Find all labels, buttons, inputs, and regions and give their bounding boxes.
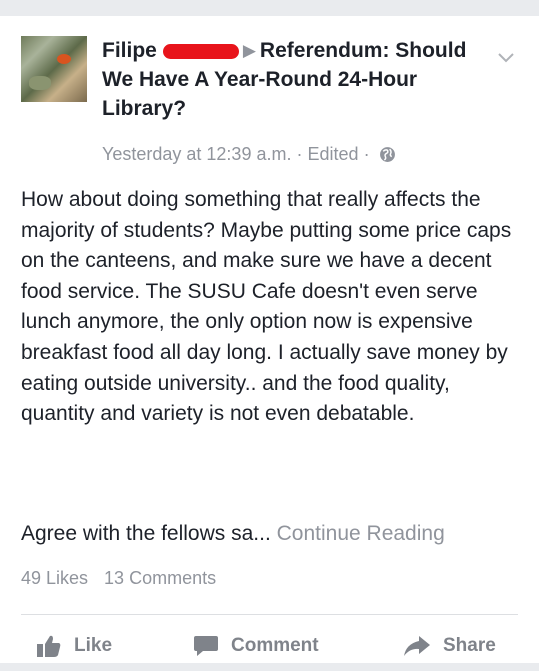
speech-bubble-icon	[194, 636, 218, 656]
post-meta: Yesterday at 12:39 a.m. · Edited ·	[102, 144, 396, 165]
page-background	[0, 663, 539, 671]
continue-reading-link[interactable]: Continue Reading	[277, 522, 445, 545]
comment-label: Comment	[231, 635, 319, 656]
thumbs-up-icon	[37, 635, 61, 657]
share-arrow-icon	[404, 636, 430, 656]
globe-icon[interactable]	[379, 146, 396, 163]
post-teaser: Agree with the fellows sa... Continue Re…	[21, 519, 521, 549]
post-header: Filipe ▶ Referendum: Should We Have A Year…	[102, 36, 472, 123]
post-card: Filipe ▶ Referendum: Should We Have A Year…	[0, 16, 539, 663]
chevron-down-icon[interactable]	[495, 46, 517, 68]
meta-separator: ·	[296, 144, 303, 164]
teaser-text: Agree with the fellows sa...	[21, 522, 271, 545]
like-label: Like	[74, 635, 113, 656]
post-body: How about doing something that really af…	[21, 188, 512, 426]
author-name[interactable]: Filipe	[102, 39, 157, 62]
likes-count[interactable]: 49 Likes	[21, 568, 88, 588]
comments-count[interactable]: 13 Comments	[104, 568, 216, 588]
avatar-detail	[29, 76, 51, 90]
comment-button[interactable]: Comment	[193, 633, 319, 659]
post-timestamp[interactable]: Yesterday at 12:39 a.m.	[102, 144, 291, 164]
author-avatar[interactable]	[21, 36, 87, 102]
share-button[interactable]: Share	[403, 633, 496, 659]
share-label: Share	[443, 635, 496, 656]
edited-label[interactable]: Edited	[308, 144, 359, 164]
redaction-mark	[162, 43, 239, 59]
divider	[21, 614, 518, 615]
avatar-detail	[57, 54, 71, 64]
right-triangle-icon: ▶	[242, 41, 256, 60]
like-button[interactable]: Like	[36, 633, 112, 659]
engagement-counts: 49 Likes 13 Comments	[21, 568, 216, 589]
meta-separator: ·	[363, 144, 370, 164]
